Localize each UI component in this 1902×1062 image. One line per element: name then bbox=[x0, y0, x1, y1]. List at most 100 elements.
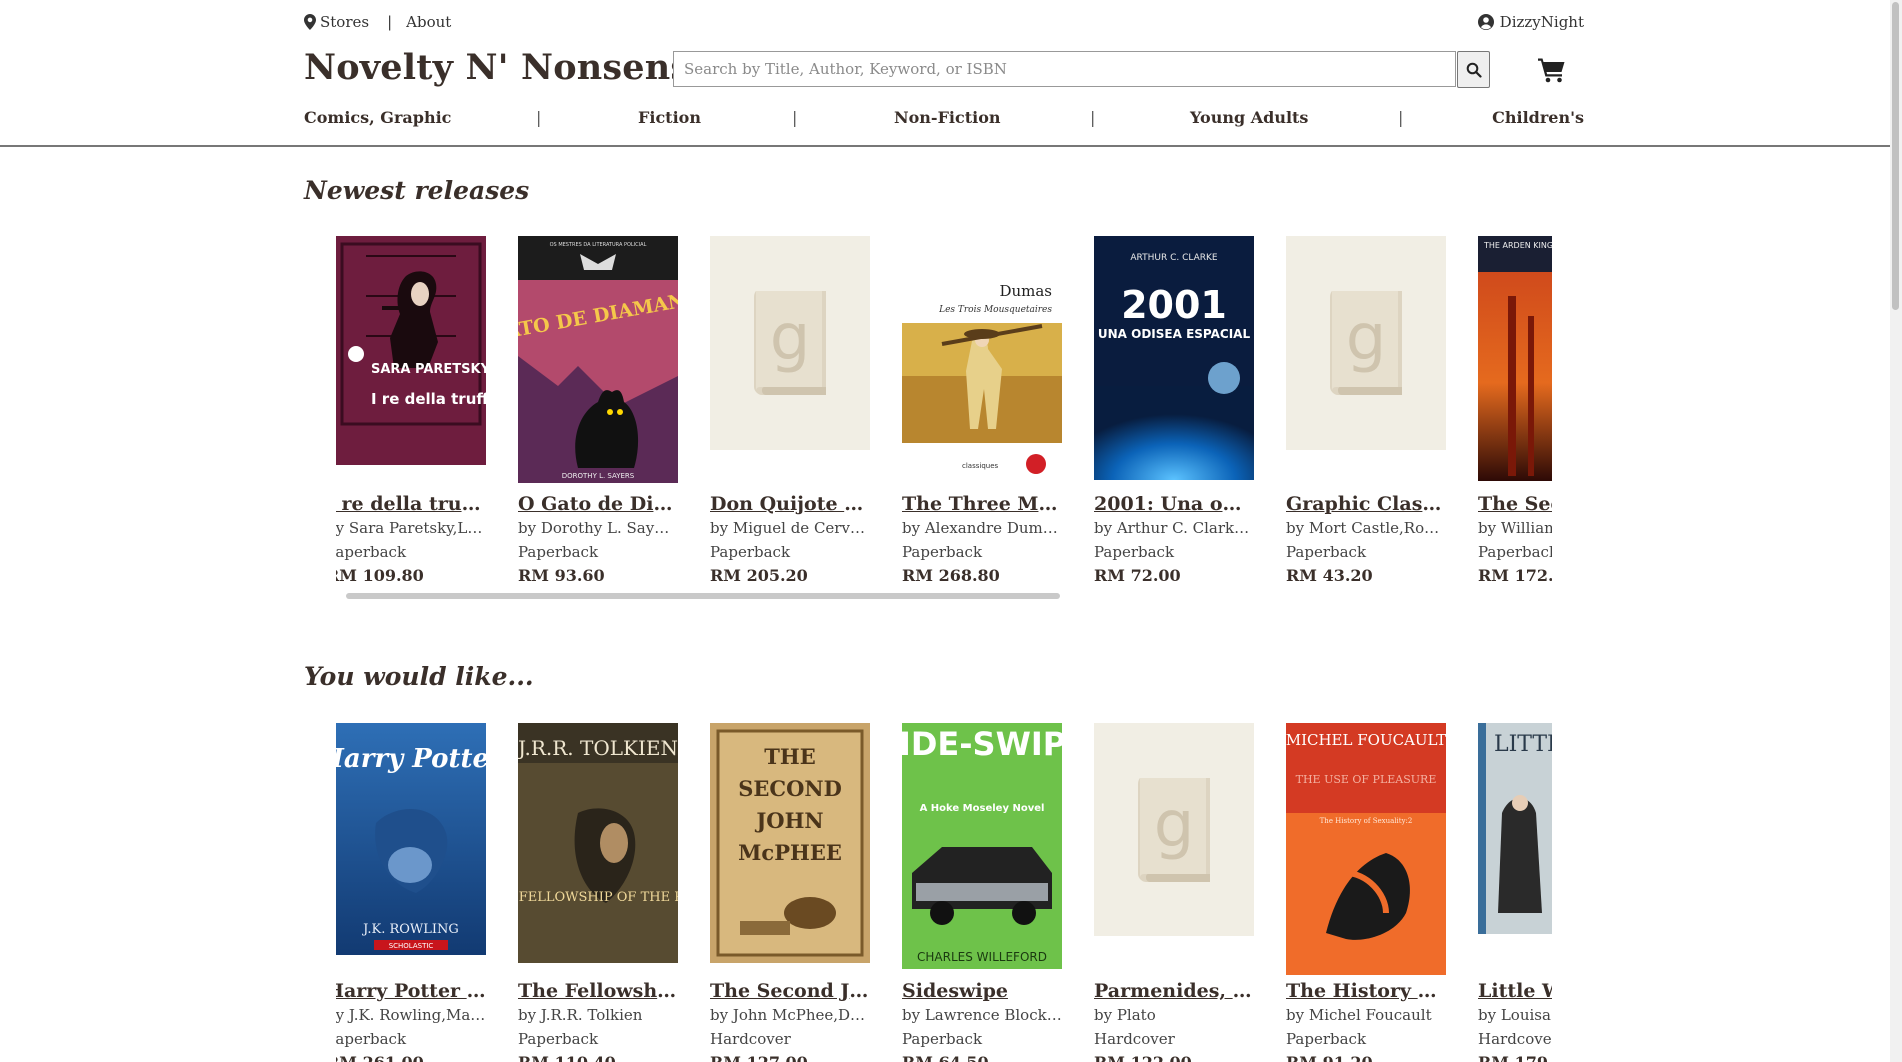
cover-title: THE SECOND JOHN McPHEE READER bbox=[738, 744, 842, 865]
page-scrollbar-thumb[interactable] bbox=[1892, 2, 1899, 310]
recommendations-carousel[interactable]: Harry Potter J.K. ROWLING SCHOLASTIC Har… bbox=[336, 723, 1552, 1062]
book-price: RM 172.8 bbox=[1478, 566, 1552, 585]
utility-bar: Stores | About DizzyNight bbox=[304, 10, 1584, 36]
book-title[interactable]: Harry Potter a... bbox=[336, 979, 486, 1003]
store-logo[interactable]: Novelty N' Nonsense bbox=[304, 47, 713, 88]
cart-button[interactable] bbox=[1537, 56, 1567, 84]
book-binding: Paperback bbox=[1478, 543, 1552, 561]
book-cover-placeholder[interactable]: g bbox=[1286, 236, 1446, 450]
search-input[interactable] bbox=[674, 52, 1455, 86]
book-title[interactable]: Don Quijote d... bbox=[710, 492, 870, 516]
book-title[interactable]: The Second Jo... bbox=[710, 979, 870, 1003]
book-binding: Paperback bbox=[518, 1030, 599, 1048]
user-circle-icon bbox=[1477, 14, 1494, 30]
book-price: RM 43.20 bbox=[1286, 566, 1373, 585]
book-title[interactable]: O Gato de Dia... bbox=[518, 492, 678, 516]
cover-author: J.K. ROWLING bbox=[361, 922, 459, 937]
book-author: by J.R.R. Tolkien bbox=[518, 1006, 643, 1024]
book-cover-placeholder[interactable]: g bbox=[1094, 723, 1254, 936]
category-fiction[interactable]: Fiction bbox=[638, 108, 701, 127]
cover-title: 2001 bbox=[1121, 283, 1227, 327]
book-cover[interactable]: OS MESTRES DA LITERATURA POLICIAL O GATO… bbox=[518, 236, 678, 483]
book-price: RM 205.20 bbox=[710, 566, 808, 585]
book-cover[interactable]: ARTHUR C. CLARKE 2001 UNA ODISEA ESPACIA… bbox=[1094, 236, 1254, 480]
category-separator: | bbox=[1090, 108, 1096, 127]
cover-title: Harry Potter bbox=[336, 744, 486, 774]
category-comics-graphic[interactable]: Comics, Graphic bbox=[304, 108, 451, 127]
book-author: by Dorothy L. Sayers... bbox=[518, 519, 678, 537]
placeholder-book-icon: g bbox=[1138, 777, 1210, 882]
user-name: DizzyNight bbox=[1499, 13, 1584, 31]
book-title[interactable]: Little W bbox=[1478, 979, 1552, 1003]
book-cover[interactable]: J.R.R. TOLKIEN THE FELLOWSHIP OF THE RIN… bbox=[518, 723, 678, 963]
book-title[interactable]: Sideswipe bbox=[902, 979, 1062, 1003]
book-author: by J.K. Rowling,Mar... bbox=[336, 1006, 486, 1024]
book-binding: Hardcover bbox=[1478, 1030, 1552, 1048]
cover-title: I re della truffa bbox=[371, 390, 486, 408]
cover-text: THE ARDEN KING bbox=[1483, 241, 1552, 250]
book-cover-placeholder[interactable]: g bbox=[710, 236, 870, 450]
placeholder-book-icon: g bbox=[1330, 291, 1402, 395]
book-price: RM 109.80 bbox=[336, 566, 424, 585]
category-non-fiction[interactable]: Non-Fiction bbox=[894, 108, 1001, 127]
book-title[interactable]: The History of... bbox=[1286, 979, 1446, 1003]
stores-link[interactable]: Stores bbox=[304, 13, 369, 31]
book-cover[interactable]: THE SECOND JOHN McPHEE READER bbox=[710, 723, 870, 963]
newest-releases-heading: Newest releases bbox=[304, 176, 530, 205]
search-button[interactable] bbox=[1457, 51, 1490, 88]
cover-subtitle: A Hoke Moseley Novel bbox=[920, 803, 1045, 814]
book-cover[interactable]: Harry Potter J.K. ROWLING SCHOLASTIC bbox=[336, 723, 486, 955]
book-binding: Paperback bbox=[1286, 543, 1367, 561]
book-title[interactable]: The Three Mu... bbox=[902, 492, 1062, 516]
search-box bbox=[673, 51, 1456, 87]
category-nav: Comics, Graphic | Fiction | Non-Fiction … bbox=[304, 106, 1584, 130]
book-price: RM 93.60 bbox=[518, 566, 605, 585]
book-price: RM 127.00 bbox=[710, 1051, 870, 1062]
page: Stores | About DizzyNight Novelty N' Non… bbox=[0, 0, 1902, 1062]
book-title[interactable]: Parmenides, P... bbox=[1094, 979, 1254, 1003]
book-binding: Paperback bbox=[1094, 543, 1175, 561]
recommendations-heading: You would like... bbox=[304, 662, 534, 691]
page-scrollbar[interactable] bbox=[1890, 0, 1902, 1062]
book-price: RM 268.80 bbox=[902, 566, 1000, 585]
book-title[interactable]: 2001: Una odi... bbox=[1094, 492, 1254, 516]
category-young-adults[interactable]: Young Adults bbox=[1190, 108, 1308, 127]
header-divider bbox=[0, 145, 1890, 147]
cover-publisher: SCHOLASTIC bbox=[389, 942, 434, 950]
topbar-separator: | bbox=[387, 13, 393, 31]
user-account[interactable]: DizzyNight bbox=[1477, 13, 1584, 31]
book-cover[interactable]: SIDE-SWIPE A Hoke Moseley Novel CHARLES … bbox=[902, 723, 1062, 969]
book-author: by William bbox=[1478, 519, 1552, 537]
book-author: by Mort Castle,Rod ... bbox=[1286, 519, 1446, 537]
category-separator: | bbox=[1398, 108, 1404, 127]
book-binding: Paperback bbox=[336, 543, 407, 561]
book-author: by Arthur C. Clarke,... bbox=[1094, 519, 1254, 537]
map-pin-icon bbox=[304, 14, 316, 30]
book-title[interactable]: Graphic Classi... bbox=[1286, 492, 1446, 516]
book-cover[interactable]: SARA PARETSKY I re della truffa bbox=[336, 236, 486, 465]
about-link[interactable]: About bbox=[406, 13, 451, 31]
cover-footer: classiques bbox=[962, 462, 999, 470]
cover-title: THE FELLOWSHIP OF THE RING bbox=[518, 890, 678, 905]
book-binding: Paperback bbox=[710, 543, 791, 561]
carousel-scrollbar[interactable] bbox=[346, 593, 1060, 599]
book-cover[interactable]: Dumas Les Trois Mousquetaires classiques bbox=[902, 236, 1062, 483]
book-cover[interactable]: THE ARDEN KING bbox=[1478, 236, 1552, 481]
category-childrens[interactable]: Children's bbox=[1492, 108, 1584, 127]
cover-subtitle: The History of Sexuality:2 bbox=[1320, 817, 1413, 825]
book-cover[interactable]: LITTLE bbox=[1478, 723, 1552, 934]
book-price: RM 261.00 bbox=[336, 1051, 486, 1062]
newest-releases-carousel[interactable]: SARA PARETSKY I re della truffa I re del… bbox=[336, 236, 1552, 588]
book-title[interactable]: The Fellowshi... bbox=[518, 979, 678, 1003]
category-separator: | bbox=[536, 108, 542, 127]
shopping-cart-icon bbox=[1538, 58, 1565, 83]
cover-author: Dumas bbox=[999, 282, 1052, 300]
book-title[interactable]: The Sec bbox=[1478, 492, 1552, 516]
book-binding: Paperback bbox=[1286, 1030, 1367, 1048]
book-binding: Paperback bbox=[902, 1030, 983, 1048]
book-binding: Hardcover bbox=[1094, 1030, 1175, 1048]
book-cover[interactable]: MICHEL FOUCAULT THE USE OF PLEASURE The … bbox=[1286, 723, 1446, 975]
book-author: by Miguel de Cervan... bbox=[710, 519, 870, 537]
stores-label: Stores bbox=[320, 13, 370, 31]
book-title[interactable]: I re della truffa bbox=[336, 492, 486, 516]
